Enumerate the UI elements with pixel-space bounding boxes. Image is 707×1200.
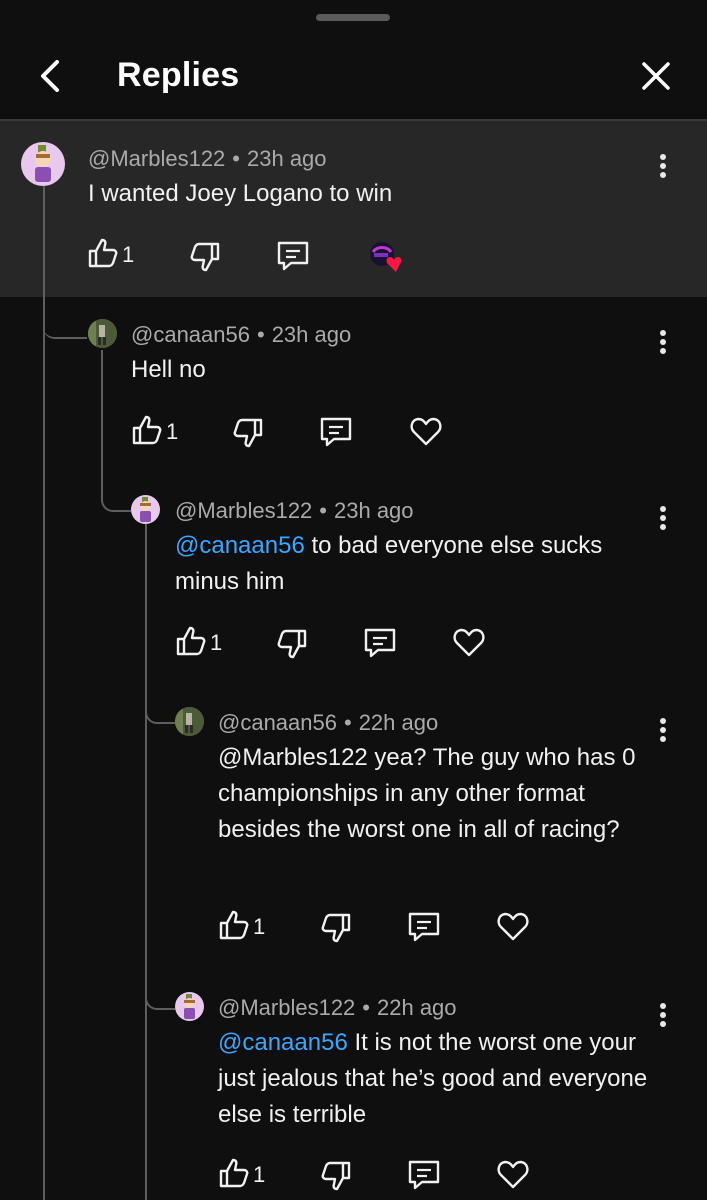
more-options-button[interactable]: [651, 148, 675, 184]
mention-link[interactable]: @canaan56: [218, 1029, 348, 1056]
close-icon: [642, 62, 670, 90]
heart-button[interactable]: [451, 624, 487, 660]
like-count: 1: [210, 630, 223, 655]
author-name[interactable]: @canaan56: [131, 322, 250, 347]
timestamp: 23h ago: [247, 146, 327, 171]
chevron-left-icon: [41, 60, 59, 92]
comment-meta: @Marbles122 • 23h ago: [175, 498, 414, 523]
comment-meta: @canaan56 • 22h ago: [218, 710, 439, 735]
thumbs-up-icon: [88, 238, 118, 268]
thread-connector: [43, 297, 87, 339]
timestamp: 23h ago: [271, 322, 352, 347]
thumbs-up-icon: [219, 1158, 249, 1188]
more-options-button[interactable]: [651, 712, 675, 748]
author-name[interactable]: @Marbles122: [218, 995, 355, 1020]
thumbs-down-icon: [277, 629, 307, 659]
thumbs-down-icon: [321, 913, 351, 943]
like-count: 1: [253, 914, 266, 939]
reply-button[interactable]: [318, 414, 354, 450]
avatar[interactable]: [21, 142, 65, 186]
like-button[interactable]: [130, 413, 166, 449]
page-title: Replies: [117, 56, 240, 94]
like-button[interactable]: [86, 236, 122, 272]
comment-meta: @Marbles122 • 22h ago: [218, 995, 457, 1020]
back-button[interactable]: [30, 54, 74, 98]
creator-heart-badge: [368, 238, 408, 274]
dislike-button[interactable]: [317, 1157, 353, 1193]
like-button[interactable]: [174, 624, 210, 660]
thread-connector: [145, 976, 175, 1010]
comment-meta: @canaan56 • 23h ago: [131, 322, 352, 347]
close-button[interactable]: [634, 54, 678, 98]
comment-text: @canaan56 to bad everyone else sucks min…: [175, 532, 603, 595]
thumbs-down-icon: [321, 1161, 351, 1191]
creator-heart-icon: [370, 242, 402, 272]
like-button[interactable]: [217, 1156, 253, 1192]
like-count: 1: [166, 419, 179, 444]
dislike-button[interactable]: [317, 909, 353, 945]
heart-button[interactable]: [408, 413, 444, 449]
like-button[interactable]: [217, 908, 253, 944]
thread-line-main: [43, 186, 45, 1200]
comment-meta: @Marbles122 • 23h ago: [88, 146, 327, 171]
timestamp: 22h ago: [377, 995, 457, 1020]
like-count: 1: [253, 1162, 266, 1187]
thumbs-down-icon: [233, 418, 263, 448]
author-name[interactable]: @canaan56: [218, 710, 337, 735]
thumbs-up-icon: [176, 626, 206, 656]
avatar[interactable]: [131, 495, 160, 524]
dislike-button[interactable]: [229, 414, 265, 450]
reply-button[interactable]: [275, 238, 311, 274]
mention-link[interactable]: @canaan56: [175, 532, 305, 559]
heart-icon: [497, 1160, 529, 1189]
avatar[interactable]: [175, 707, 204, 736]
author-name[interactable]: @Marbles122: [175, 498, 312, 523]
comment-text: I wanted Joey Logano to win: [88, 180, 393, 207]
reply-button[interactable]: [406, 909, 442, 945]
more-options-button[interactable]: [651, 324, 675, 360]
thread-line-level2: [101, 350, 103, 480]
thread-connector: [145, 690, 175, 724]
thumbs-up-icon: [219, 910, 249, 940]
comment-icon: [408, 912, 440, 942]
author-name[interactable]: @Marbles122: [88, 146, 225, 171]
dislike-button[interactable]: [186, 238, 222, 274]
more-options-button[interactable]: [651, 997, 675, 1033]
thumbs-down-icon: [190, 242, 220, 272]
heart-icon: [453, 628, 485, 657]
comment-icon: [277, 241, 309, 271]
comment-icon: [364, 628, 396, 658]
comment-text: @canaan56 It is not the worst one your j…: [218, 1029, 648, 1128]
reply-button[interactable]: [406, 1157, 442, 1193]
timestamp: 22h ago: [358, 710, 439, 735]
timestamp: 23h ago: [334, 498, 414, 523]
comment-text: @Marbles122 yea? The guy who has 0 champ…: [218, 744, 636, 843]
heart-button[interactable]: [495, 1156, 531, 1192]
replies-header: Replies: [0, 0, 707, 120]
like-count: 1: [122, 242, 135, 267]
heart-icon: [497, 912, 529, 941]
thumbs-up-icon: [132, 415, 162, 445]
dislike-button[interactable]: [273, 625, 309, 661]
heart-icon: [410, 417, 442, 446]
comment-icon: [320, 417, 352, 447]
avatar[interactable]: [175, 992, 204, 1021]
comment-text: Hell no: [131, 356, 206, 383]
more-options-button[interactable]: [651, 500, 675, 536]
avatar[interactable]: [88, 319, 117, 348]
heart-button[interactable]: [495, 908, 531, 944]
reply-button[interactable]: [362, 625, 398, 661]
thread-line-level3: [145, 524, 147, 1200]
comment-icon: [408, 1160, 440, 1190]
thread-connector: [101, 478, 131, 512]
